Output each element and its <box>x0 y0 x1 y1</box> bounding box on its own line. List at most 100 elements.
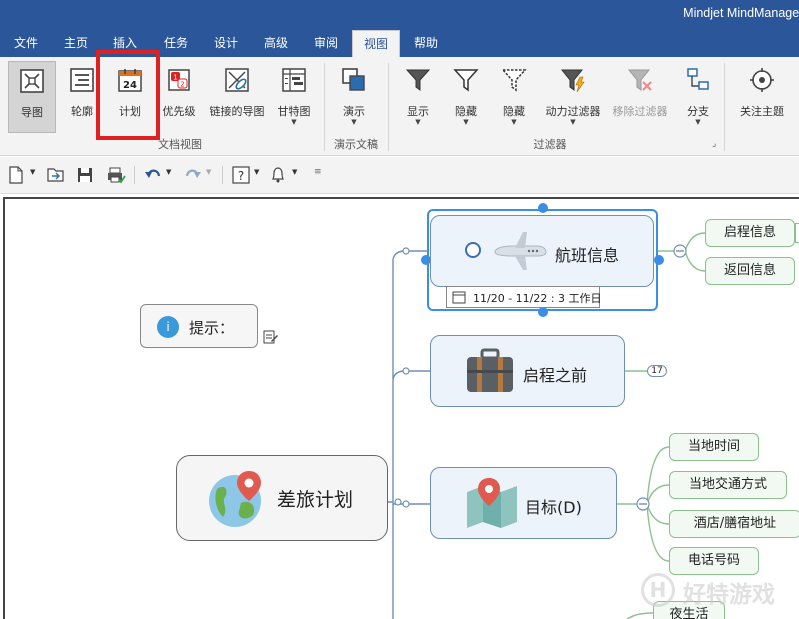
airplane-icon <box>494 232 547 270</box>
branch-button[interactable]: 分支 ▼ <box>676 61 720 133</box>
gantt-view-button[interactable]: 甘特图 ▼ <box>272 61 316 133</box>
outline-icon <box>70 68 94 92</box>
focus-topic-button[interactable]: 关注主题 <box>732 61 792 133</box>
tab-design[interactable]: 设计 <box>206 30 246 57</box>
help-icon[interactable]: ? <box>232 165 250 185</box>
filter-group-label: 过滤器 <box>533 138 567 151</box>
tab-home[interactable]: 主页 <box>56 30 96 57</box>
ribbon-separator <box>388 63 389 151</box>
ribbon: 导图 轮廓 24 计划 1 2 优先级 链接的导图 甘特图 ▼ 文档视图 演示 … <box>0 50 799 156</box>
svg-text:?: ? <box>238 169 244 183</box>
selection-handle[interactable] <box>538 307 548 317</box>
remove-filter-label: 移除过滤器 <box>612 105 668 118</box>
bell-dropdown-arrow[interactable]: ▼ <box>292 168 297 188</box>
collapsed-count-badge[interactable]: 17 <box>647 365 667 377</box>
filter-hide-label: 隐藏 <box>455 105 477 118</box>
power-filter-dropdown-arrow[interactable]: ▼ <box>542 118 604 126</box>
map-canvas[interactable]: i 提示： 差旅计划 航班信息 11/20 - 11/22: 3 工作日 启程… <box>3 197 799 619</box>
presentation-group-label: 演示文稿 <box>334 138 378 151</box>
filter-show-dropdown-arrow[interactable]: ▼ <box>396 118 440 126</box>
filter-hide-all-button[interactable]: 隐藏 ▼ <box>492 61 536 133</box>
filter-show-button[interactable]: 显示 ▼ <box>396 61 440 133</box>
destination-label: 目标(D) <box>525 498 582 517</box>
callout-label: 提示： <box>189 319 235 337</box>
briefcase-icon <box>467 348 513 392</box>
linked-maps-view-label: 链接的导图 <box>209 105 265 118</box>
help-dropdown-arrow[interactable]: ▼ <box>254 168 259 188</box>
gantt-dropdown-arrow[interactable]: ▼ <box>272 118 316 126</box>
branch-dropdown-arrow[interactable]: ▼ <box>676 118 720 126</box>
ribbon-separator <box>324 63 325 151</box>
redo-icon[interactable] <box>184 165 202 185</box>
present-button[interactable]: 演示 ▼ <box>332 61 376 133</box>
filter-show-icon <box>405 69 431 91</box>
before-departure-topic[interactable]: 启程之前 <box>430 335 625 407</box>
filter-hide-all-label: 隐藏 <box>503 105 525 118</box>
print-preview-icon[interactable] <box>106 165 126 185</box>
customize-toolbar-icon[interactable]: ≡ <box>314 167 322 187</box>
filter-hide-all-dropdown-arrow[interactable]: ▼ <box>492 118 536 126</box>
subtopic-departure-info[interactable]: 启程信息 <box>705 219 795 247</box>
selection-handle[interactable] <box>654 255 664 265</box>
tab-view[interactable]: 视图 <box>352 30 400 57</box>
svg-text:2: 2 <box>180 81 184 89</box>
subtopic-return-info[interactable]: 返回信息 <box>705 257 795 285</box>
callout-topic[interactable]: i 提示： <box>140 304 258 348</box>
central-topic-label: 差旅计划 <box>277 489 354 511</box>
present-icon <box>342 68 365 91</box>
tab-advanced[interactable]: 高级 <box>256 30 296 57</box>
open-folder-icon[interactable] <box>46 165 66 185</box>
before-departure-label: 启程之前 <box>523 366 588 385</box>
tab-review[interactable]: 审阅 <box>306 30 346 57</box>
filter-show-label: 显示 <box>407 105 429 118</box>
linked-maps-view-button[interactable]: 链接的导图 <box>206 61 268 133</box>
tab-file[interactable]: 文件 <box>6 30 46 57</box>
bell-icon[interactable] <box>270 165 286 185</box>
ribbon-separator <box>724 63 725 151</box>
selection-handle[interactable] <box>538 203 548 213</box>
offscreen-topic <box>795 223 799 243</box>
watermark-text: 好特游戏 <box>683 582 775 608</box>
tab-help[interactable]: 帮助 <box>406 30 446 57</box>
filter-dashed-icon <box>501 69 527 92</box>
quick-access-toolbar: ▼ ▼ ▼ ? ▼ ▼ ≡ <box>0 157 799 194</box>
destination-topic[interactable]: 目标(D) <box>430 467 617 539</box>
info-icon: i <box>157 316 179 338</box>
focus-target-icon <box>750 68 774 92</box>
priority-view-button[interactable]: 1 2 优先级 <box>156 61 202 133</box>
central-topic[interactable]: 差旅计划 <box>176 455 388 541</box>
new-dropdown-arrow[interactable]: ▼ <box>30 168 35 188</box>
power-filter-button[interactable]: 动力过滤器 ▼ <box>542 61 604 133</box>
undo-icon[interactable] <box>144 165 162 185</box>
map-view-icon <box>20 69 44 93</box>
toolbar-separator <box>134 166 135 184</box>
redo-dropdown-arrow[interactable]: ▼ <box>206 168 211 188</box>
undo-dropdown-arrow[interactable]: ▼ <box>166 168 171 188</box>
priority-view-label: 优先级 <box>162 105 196 118</box>
notes-icon[interactable] <box>263 329 279 345</box>
map-view-label: 导图 <box>21 106 43 119</box>
filter-hide-dropdown-arrow[interactable]: ▼ <box>444 118 488 126</box>
calendar-small-icon <box>452 291 466 304</box>
save-icon[interactable] <box>76 165 94 185</box>
task-progress-icon[interactable] <box>465 242 481 258</box>
date-range-badge[interactable]: 11/20 - 11/22 : 3 工作日 <box>446 286 602 308</box>
present-dropdown-arrow[interactable]: ▼ <box>332 118 376 126</box>
power-filter-label: 动力过滤器 <box>545 105 601 118</box>
power-filter-icon <box>560 69 585 93</box>
highlight-box <box>96 50 160 140</box>
remove-filter-icon <box>627 69 652 91</box>
subtopic-local-time[interactable]: 当地时间 <box>669 433 759 461</box>
watermark: H 好特游戏 <box>639 571 799 611</box>
date-range-text: 11/20 - 11/22 : 3 工作日 <box>473 292 602 305</box>
flight-info-topic[interactable]: 航班信息 <box>430 215 654 287</box>
focus-topic-label: 关注主题 <box>740 105 784 118</box>
tab-task[interactable]: 任务 <box>156 30 196 57</box>
new-document-icon[interactable] <box>8 165 24 185</box>
map-view-button[interactable]: 导图 <box>8 61 56 133</box>
remove-filter-button[interactable]: 移除过滤器 <box>608 61 672 133</box>
subtopic-hotel-address[interactable]: 酒店/膳宿地址 <box>669 510 799 538</box>
filter-hide-button[interactable]: 隐藏 ▼ <box>444 61 488 133</box>
filter-dialog-launcher[interactable]: ⌟ <box>712 139 716 149</box>
subtopic-local-transport[interactable]: 当地交通方式 <box>669 471 787 499</box>
